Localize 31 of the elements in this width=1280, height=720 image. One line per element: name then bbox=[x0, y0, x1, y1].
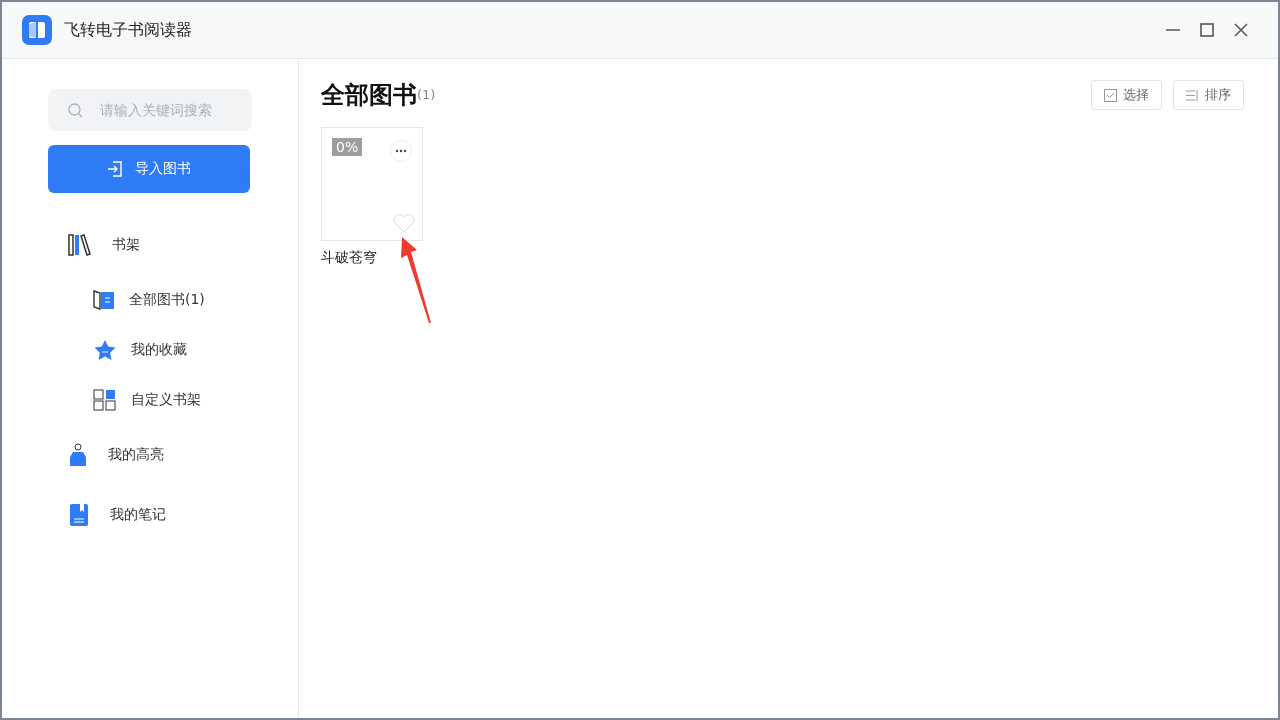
nav-item-label[interactable]: 自定义书架 bbox=[131, 391, 201, 409]
nav-item-label[interactable]: 全部图书(1) bbox=[129, 291, 205, 309]
book-count: (1) bbox=[417, 87, 437, 102]
star-icon bbox=[93, 339, 117, 361]
app-logo-icon bbox=[22, 15, 52, 45]
sort-icon bbox=[1186, 88, 1199, 102]
books-icon bbox=[68, 234, 92, 256]
grid-icon bbox=[93, 389, 117, 411]
minimize-icon bbox=[1165, 29, 1181, 31]
nav-item-label[interactable]: 我的高亮 bbox=[108, 446, 164, 464]
checkbox-icon bbox=[1104, 88, 1117, 102]
select-button[interactable]: 选择 bbox=[1091, 80, 1162, 110]
more-icon bbox=[395, 149, 407, 153]
page-title: 全部图书 bbox=[321, 80, 417, 111]
more-button[interactable] bbox=[390, 140, 412, 162]
maximize-icon bbox=[1199, 22, 1215, 38]
book-icon bbox=[93, 290, 115, 310]
notebook-icon bbox=[68, 503, 90, 527]
progress-badge: 0% bbox=[332, 138, 363, 156]
import-books-button[interactable]: 导入图书 bbox=[48, 145, 250, 193]
sort-button[interactable]: 排序 bbox=[1173, 80, 1244, 110]
import-icon bbox=[107, 161, 123, 177]
book-title[interactable]: 斗破苍穹 bbox=[321, 249, 423, 267]
marker-icon bbox=[68, 443, 88, 467]
nav-item-label[interactable]: 我的笔记 bbox=[110, 506, 166, 524]
search-icon bbox=[68, 103, 83, 118]
window-title: 飞转电子书阅读器 bbox=[64, 19, 193, 41]
search-field[interactable]: 请输入关键词搜索 bbox=[48, 89, 252, 131]
nav-item-label[interactable]: 书架 bbox=[112, 236, 140, 254]
nav-item-label[interactable]: 我的收藏 bbox=[131, 341, 187, 359]
close-icon bbox=[1233, 22, 1249, 38]
